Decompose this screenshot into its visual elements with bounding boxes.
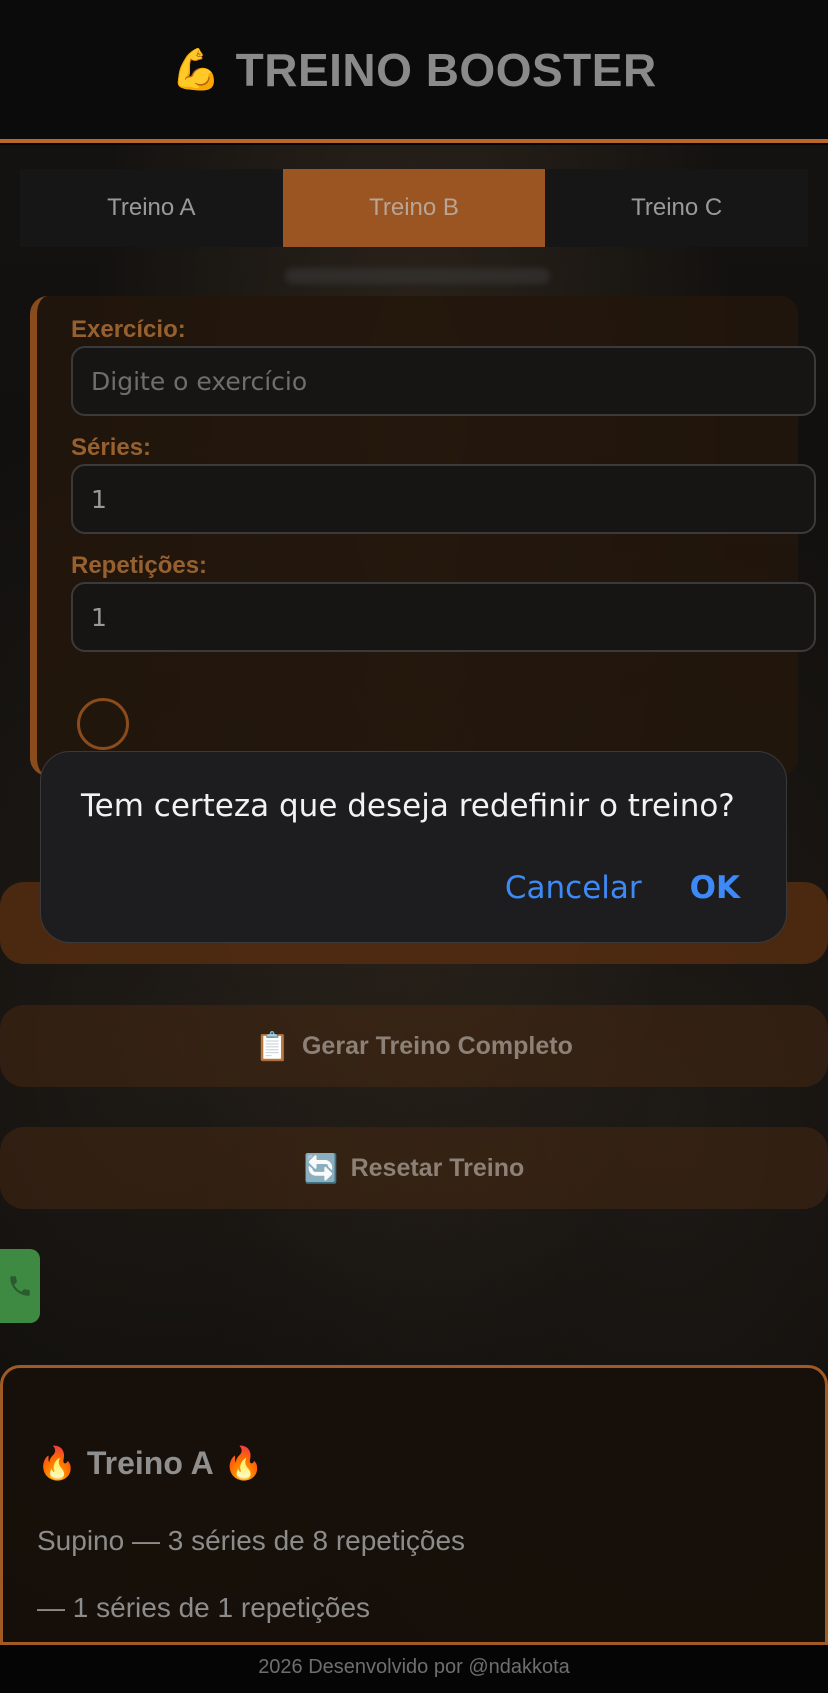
whatsapp-button[interactable] [0, 1249, 40, 1323]
dialog-message: Tem certeza que deseja redefinir o trein… [81, 788, 735, 824]
fire-icon: 🔥 [37, 1445, 77, 1481]
tab-treino-a[interactable]: Treino A [20, 169, 283, 247]
series-input[interactable]: 1 [71, 464, 816, 534]
flexed-biceps-icon: 💪 [171, 48, 222, 92]
reps-label: Repetições: [71, 552, 208, 579]
app-title-text: TREINO BOOSTER [235, 43, 657, 96]
footer-credit: 2026 Desenvolvido por @ndakkota [258, 1656, 570, 1678]
workout-summary: 🔥 Treino A 🔥 Supino — 3 séries de 8 repe… [0, 1365, 828, 1645]
app-header: 💪 TREINO BOOSTER [0, 0, 828, 143]
fire-icon: 🔥 [223, 1445, 264, 1481]
reset-workout-label: Resetar Treino [350, 1153, 525, 1182]
tab-treino-b[interactable]: Treino B [282, 169, 546, 247]
generate-workout-label: Gerar Treino Completo [301, 1031, 573, 1060]
exercise-form-card: Exercício: Digite o exercício Séries: 1 … [30, 296, 816, 776]
workout-tabs: Treino A Treino B Treino C [20, 169, 808, 247]
confirm-reset-dialog: Tem certeza que deseja redefinir o trein… [40, 751, 787, 943]
summary-title-text: Treino A [86, 1444, 214, 1481]
generate-workout-button[interactable]: 📋 Gerar Treino Completo [0, 1005, 828, 1087]
phone-icon [10, 1276, 30, 1296]
series-label: Séries: [71, 434, 152, 461]
reset-workout-button[interactable]: 🔄 Resetar Treino [0, 1127, 828, 1209]
summary-exercise-line: Supino — 3 séries de 8 repetições [37, 1525, 466, 1556]
clipboard-icon: 📋 [255, 1030, 290, 1062]
exercise-label: Exercício: [71, 316, 186, 343]
tab-treino-c[interactable]: Treino C [545, 169, 808, 247]
dialog-actions: Cancelar OK [505, 870, 740, 906]
reps-input[interactable]: 1 [71, 582, 816, 652]
app-title: 💪 TREINO BOOSTER [171, 43, 656, 97]
blurred-subtitle [285, 268, 550, 284]
refresh-icon: 🔄 [303, 1152, 339, 1184]
cancel-button[interactable]: Cancelar [505, 870, 642, 906]
summary-title: 🔥 Treino A 🔥 [37, 1444, 264, 1482]
exercise-input[interactable]: Digite o exercício [71, 346, 816, 416]
summary-exercise-line: — 1 séries de 1 repetições [37, 1592, 371, 1623]
loading-spinner-icon [77, 698, 129, 750]
ok-button[interactable]: OK [690, 870, 740, 906]
